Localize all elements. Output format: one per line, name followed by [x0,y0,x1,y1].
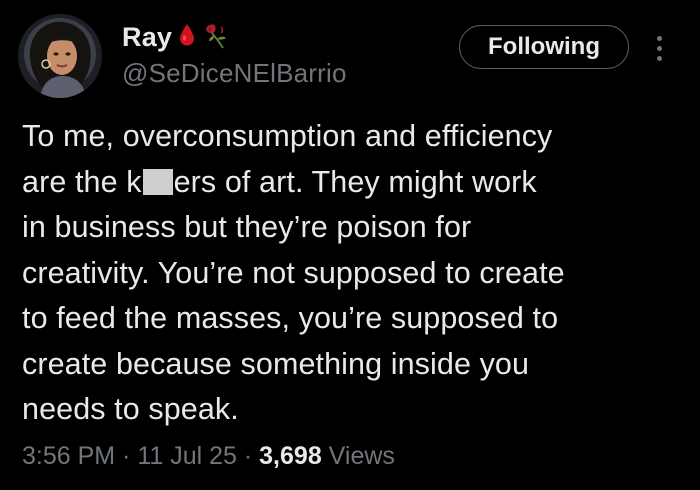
tweet-text-line: are the k ers of art. They might work [22,160,682,206]
meta-separator: · [115,442,138,470]
tweet-text-fragment: are the k [22,164,142,199]
tweet-text-line: To me, overconsumption and efficiency [22,119,553,153]
more-options-icon[interactable] [650,30,668,66]
wilted-rose-icon [202,21,228,54]
more-options-dot [656,45,662,51]
censor-block [142,168,173,195]
meta-separator: · [236,442,260,470]
more-options-dot [656,55,662,61]
author-info: Ray @SeDiceNElBarrio [122,20,347,89]
author-handle[interactable]: @SeDiceNElBarrio [122,58,347,89]
tweet-metadata: 3:56 PM · 11 Jul 25 · 3,698 Views [22,442,395,471]
avatar-portrait-icon [18,14,102,98]
views-count: 3,698 [259,442,322,470]
author-avatar[interactable] [18,14,102,98]
tweet-text-line: in business but they’re poison for [22,210,472,244]
views-label: Views [321,442,395,470]
tweet-text-fragment: ers of art. They might work [173,164,537,199]
tweet-date[interactable]: 11 Jul 25 [137,442,237,470]
tweet-time[interactable]: 3:56 PM [22,442,115,470]
author-name-row: Ray [122,20,347,54]
tweet-text-line: creativity. You’re not supposed to creat… [22,255,565,290]
tweet-text-line: needs to speak. [22,392,239,426]
more-options-dot [656,35,662,41]
tweet-card: Ray @SeDiceNElBarrio Following To me, ov… [0,0,700,490]
tweet-text-line: create because something inside you [22,346,530,381]
tweet-text: To me, overconsumption and efficiency ar… [22,114,682,433]
following-button[interactable]: Following [459,25,629,69]
tweet-text-line: to feed the masses, you’re supposed to [22,301,559,335]
blood-drop-icon [178,23,196,52]
author-display-name[interactable]: Ray [122,22,172,53]
